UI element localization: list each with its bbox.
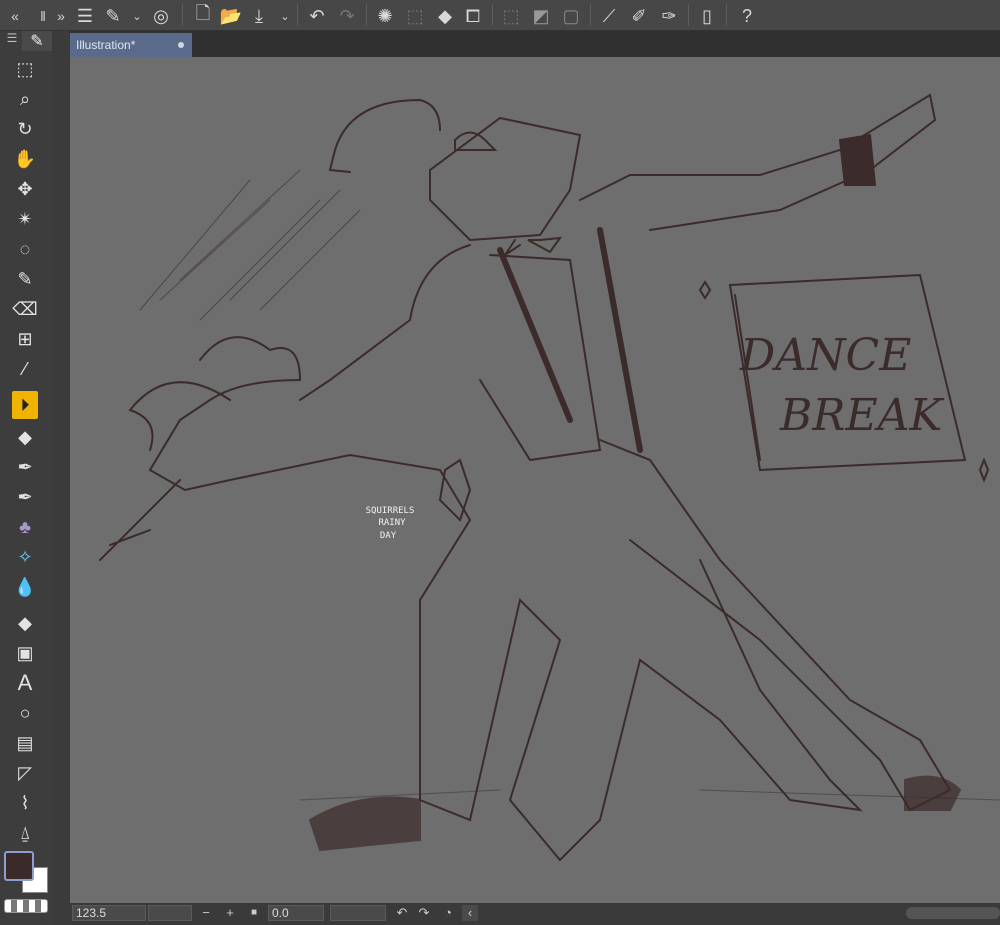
collapse-status-icon[interactable]: ‹ (462, 905, 478, 921)
clip-studio-icon[interactable]: ◎ (148, 3, 174, 29)
transform-icon[interactable]: ⧠ (460, 3, 486, 29)
ruler-icon[interactable]: ◸ (10, 759, 40, 787)
watermark-line3: DAY (380, 531, 397, 541)
speech-balloon-icon[interactable]: ⌇ (10, 789, 40, 817)
eraser-icon[interactable]: ⌫ (10, 295, 40, 323)
zoom-field[interactable]: 123.5 (72, 905, 146, 921)
lasso-icon[interactable]: ◌ (10, 235, 40, 263)
fill-bucket-icon[interactable]: ◆ (10, 609, 40, 637)
pen-2-icon[interactable]: ✒ (10, 453, 40, 481)
brush-size-icon[interactable]: ✑ (656, 3, 682, 29)
rect-selection-icon[interactable]: ⬚ (10, 55, 40, 83)
sign-text-line1: DANCE (739, 330, 911, 381)
correct-line-icon[interactable]: ⍙ (10, 819, 40, 847)
deselect-icon[interactable]: ⬚ (402, 3, 428, 29)
watermark-line1: SQUIRRELS (366, 506, 415, 516)
help-icon[interactable]: ? (734, 3, 760, 29)
fill-icon[interactable]: ◆ (432, 3, 458, 29)
pen-pressure-icon[interactable]: ✐ (626, 3, 652, 29)
sketch-artwork: DANCE BREAK SQUIRRELS RAINY DAY (99, 93, 1000, 862)
transparent-color-swatch[interactable] (4, 899, 48, 913)
circle-figure-icon[interactable]: ○ (10, 699, 40, 727)
zoom-in-button[interactable]: + (222, 905, 238, 921)
document-tabs: Illustration* (70, 31, 1000, 57)
clear-outside-icon[interactable]: ⬚ (498, 3, 524, 29)
fit-button[interactable]: ■ (246, 905, 262, 921)
expand-icon[interactable]: ▢ (558, 3, 584, 29)
text-icon[interactable]: A (10, 669, 40, 697)
zoom-out-button[interactable]: − (198, 905, 214, 921)
zoom-slider[interactable] (148, 905, 192, 921)
new-file-icon[interactable]: 🗋 (190, 3, 216, 29)
tool-palette: ☰ ✎ ⬚ ⌕ ↻ ✋ ✥ ✴ ◌ ✎ ⌫ ⊞ ⁄ ⏵ ◆ ✒ ✒ ♣ ✧ 💧 … (0, 31, 52, 925)
smartphone-icon[interactable]: ▯ (694, 3, 720, 29)
select-all-icon[interactable]: ✺ (372, 3, 398, 29)
tab-illustration[interactable]: Illustration* (70, 33, 192, 57)
collapse-left-icon[interactable]: « (2, 3, 28, 29)
rotate-icon[interactable]: ↻ (10, 115, 40, 143)
drawing-canvas[interactable]: DANCE BREAK SQUIRRELS RAINY DAY (70, 57, 1000, 903)
edit-pen-icon[interactable]: ✎ (100, 3, 126, 29)
close-dot-icon[interactable] (178, 42, 184, 48)
pen-icon[interactable]: ✎ (10, 265, 40, 293)
fill-selection-icon[interactable]: ◩ (528, 3, 554, 29)
chevron-down-icon[interactable]: ⌄ (272, 3, 298, 29)
subtool-active-icon[interactable]: ⏵ (12, 391, 38, 419)
marker-icon[interactable]: ✒ (10, 483, 40, 511)
eraser-2-icon[interactable]: ◆ (10, 423, 40, 451)
figure-grid-icon[interactable]: ⊞ (10, 325, 40, 353)
frame-icon[interactable]: ▤ (10, 729, 40, 757)
rotation-slider[interactable] (330, 905, 386, 921)
command-bar: « ‖ » ☰ ✎ ⌄ ◎ 🗋 📂 ⤓ ⌄ ↶ ↷ ✺ ⬚ ◆ ⧠ ⬚ ◩ ▢ … (0, 0, 1000, 31)
chevron-down-icon[interactable]: ⌄ (124, 3, 150, 29)
export-icon[interactable]: ⤓ (246, 3, 272, 29)
rotation-field[interactable]: 0.0 (268, 905, 324, 921)
undo-icon[interactable]: ↶ (304, 3, 330, 29)
hand-icon[interactable]: ✋ (10, 145, 40, 173)
open-folder-icon[interactable]: 📂 (218, 3, 244, 29)
auto-select-icon[interactable]: ✴ (10, 205, 40, 233)
zoom-icon[interactable]: ⌕ (10, 85, 40, 113)
redo-icon[interactable]: ↷ (334, 3, 360, 29)
palette-menu-icon[interactable]: ☰ (2, 31, 22, 51)
main-color-swatch[interactable] (4, 851, 34, 881)
decoration-icon[interactable]: ♣ (10, 513, 40, 541)
rotate-right-icon[interactable]: ↷ (416, 905, 432, 921)
menu-icon[interactable]: ☰ (72, 3, 98, 29)
blend-icon[interactable]: 💧 (10, 573, 40, 601)
horizontal-scrollbar[interactable] (906, 907, 1000, 919)
reset-rotation-icon[interactable]: ◔ (440, 905, 456, 921)
collapse-right-icon[interactable]: » (48, 3, 74, 29)
gradient-icon[interactable]: ▣ (10, 639, 40, 667)
eyedropper-icon[interactable]: ⁄ (10, 355, 40, 383)
status-bar: 123.5 − + ■ 0.0 ↶ ↷ ◔ ‹ (70, 903, 1000, 925)
sparkle-icon[interactable]: ✧ (10, 543, 40, 571)
rotate-left-icon[interactable]: ↶ (394, 905, 410, 921)
sign-text-line2: BREAK (779, 390, 944, 441)
watermark-line2: RAINY (378, 518, 406, 528)
tool-tab-pen-icon[interactable]: ✎ (22, 31, 52, 51)
tab-label: Illustration* (76, 38, 136, 52)
ruler-snap-icon[interactable]: ⟋ (596, 3, 622, 29)
move-icon[interactable]: ✥ (10, 175, 40, 203)
